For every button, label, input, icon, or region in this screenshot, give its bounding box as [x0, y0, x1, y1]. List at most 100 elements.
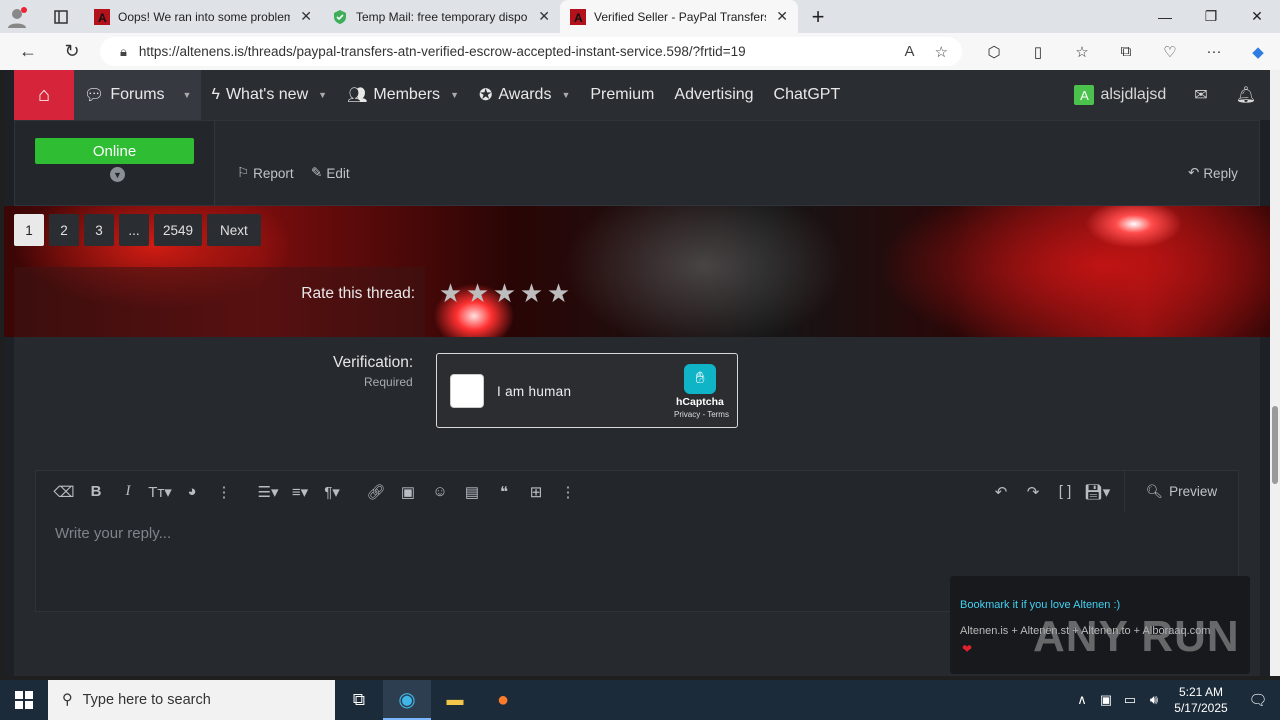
chevron-down-icon[interactable]: ▼: [561, 90, 570, 100]
next-page-button[interactable]: Next: [207, 214, 261, 246]
chevron-down-icon[interactable]: ▼: [110, 167, 125, 182]
scrollbar-thumb[interactable]: [1272, 406, 1278, 484]
user-menu[interactable]: A alsjdlajsd: [1060, 85, 1180, 105]
media-icon[interactable]: ▤: [456, 471, 488, 512]
more-menu-icon[interactable]: ···: [1192, 43, 1236, 60]
undo-icon[interactable]: ↶: [985, 471, 1017, 512]
chevron-up-icon[interactable]: ∧: [1070, 692, 1094, 708]
quote-icon[interactable]: ❝: [488, 471, 520, 512]
close-tab-icon[interactable]: ✕: [300, 8, 312, 25]
star-icon[interactable]: ★: [437, 280, 464, 306]
redo-icon[interactable]: ↷: [1017, 471, 1049, 512]
tab-actions-icon[interactable]: [38, 0, 84, 33]
windows-start-icon[interactable]: [0, 680, 48, 720]
firefox-icon[interactable]: ●: [479, 680, 527, 720]
network-icon[interactable]: ▭: [1118, 692, 1142, 708]
preview-button[interactable]: 🔍︎ Preview: [1124, 471, 1238, 512]
favorites-icon[interactable]: ☆: [1060, 43, 1104, 61]
bold-icon[interactable]: B: [80, 471, 112, 512]
page-button[interactable]: 2549: [154, 214, 203, 246]
performance-icon[interactable]: ♡: [1148, 43, 1192, 61]
bbcode-toggle-icon[interactable]: [ ]: [1049, 471, 1081, 512]
bookmark-message: Bookmark it if you love Altenen :): [960, 599, 1121, 611]
emoji-icon[interactable]: ☺: [424, 471, 456, 512]
page-jump-button[interactable]: ...: [119, 214, 149, 246]
taskbar-search[interactable]: ⚲ Type here to search: [48, 680, 335, 720]
more-insert-options-icon[interactable]: ⋮: [552, 471, 584, 512]
url-field[interactable]: 🔒︎ https://altenens.is/threads/paypal-tr…: [100, 37, 962, 66]
task-view-icon[interactable]: ⧉: [335, 680, 383, 720]
notifications-icon[interactable]: 🗨︎: [1236, 691, 1280, 709]
file-explorer-icon[interactable]: ▬: [431, 680, 479, 720]
page-button[interactable]: 3: [84, 214, 114, 246]
text-size-icon[interactable]: Tт▾: [144, 471, 176, 512]
chevron-down-icon[interactable]: ▼: [318, 90, 327, 100]
preview-label: Preview: [1169, 484, 1218, 499]
nav-awards[interactable]: ✪ Awards ▼: [469, 70, 580, 120]
close-tab-icon[interactable]: ✕: [776, 8, 788, 25]
edit-link[interactable]: ✎ Edit: [311, 165, 350, 181]
page-button[interactable]: 1: [14, 214, 44, 246]
page-button[interactable]: 2: [49, 214, 79, 246]
close-window-icon[interactable]: ✕: [1234, 0, 1280, 33]
nav-forums[interactable]: 💬︎ Forums ▼: [74, 70, 202, 120]
profile-avatar[interactable]: [0, 0, 38, 33]
nav-advertising[interactable]: Advertising: [664, 70, 763, 120]
nav-members[interactable]: 👥︎ Members ▼: [337, 70, 469, 120]
page-scrollbar[interactable]: [1270, 70, 1280, 676]
minimize-icon[interactable]: —: [1142, 0, 1188, 33]
clock[interactable]: 5:21 AM 5/17/2025: [1166, 684, 1236, 716]
browser-tab-2[interactable]: Temp Mail: free temporary dispo... ✕: [322, 0, 560, 33]
back-icon[interactable]: ←: [10, 37, 46, 67]
favorite-star-icon[interactable]: ☆: [935, 43, 948, 61]
browser-tab-3-active[interactable]: A Verified Seller - PayPal Transfers ✕: [560, 0, 798, 33]
editor-toolbar: ⌫ B I Tт▾ ◕ ⋮ ☰▾ ≡▾ ¶▾ 🔗︎ ▣ ☺ ▤ ❝ ⊞ ⋮ ↶: [36, 471, 1238, 512]
paragraph-icon[interactable]: ¶▾: [316, 471, 348, 512]
nav-chatgpt[interactable]: ChatGPT: [764, 70, 851, 120]
extensions-icon[interactable]: ⬡: [972, 43, 1016, 61]
table-icon[interactable]: ⊞: [520, 471, 552, 512]
italic-icon[interactable]: I: [112, 471, 144, 512]
nav-premium[interactable]: Premium: [580, 70, 664, 120]
eraser-icon[interactable]: ⌫: [48, 471, 80, 512]
new-tab-button[interactable]: +: [798, 0, 838, 33]
drafts-icon[interactable]: 💾︎▾: [1081, 471, 1113, 512]
restore-icon[interactable]: ❐: [1188, 0, 1234, 33]
star-icon[interactable]: ★: [464, 280, 491, 306]
reply-link[interactable]: ↶ Reply: [1188, 165, 1238, 181]
image-icon[interactable]: ▣: [392, 471, 424, 512]
collections-icon[interactable]: ⧉: [1104, 43, 1148, 60]
nav-whats-new[interactable]: ϟ What's new ▼: [201, 70, 337, 120]
altenen-favicon-icon: A: [94, 8, 110, 25]
chevron-down-icon[interactable]: ▼: [183, 90, 192, 100]
chevron-down-icon[interactable]: ▼: [450, 90, 459, 100]
anyrun-watermark: ANY RUN: [1033, 612, 1240, 661]
edge-browser-icon[interactable]: ◉: [383, 680, 431, 720]
link-icon[interactable]: 🔗︎: [360, 471, 392, 512]
palette-icon[interactable]: ◕: [176, 471, 208, 512]
star-icon[interactable]: ★: [545, 280, 572, 306]
list-icon[interactable]: ☰▾: [252, 471, 284, 512]
volume-icon[interactable]: 🔊︎: [1142, 692, 1166, 708]
browser-tab-1[interactable]: A Oops! We ran into some problems. ✕: [84, 0, 322, 33]
svg-text:A: A: [98, 11, 107, 25]
bell-icon[interactable]: 🔔︎: [1222, 85, 1270, 105]
envelope-icon[interactable]: ✉: [1180, 85, 1221, 105]
home-icon[interactable]: ⌂: [14, 70, 74, 120]
browser-tab-strip: A Oops! We ran into some problems. ✕ Tem…: [0, 0, 1280, 33]
captcha-privacy-terms-link[interactable]: Privacy - Terms: [674, 410, 729, 419]
read-aloud-icon[interactable]: A: [905, 43, 915, 61]
more-text-options-icon[interactable]: ⋮: [208, 471, 240, 512]
report-link[interactable]: ⚐ Report: [237, 165, 294, 181]
copilot-icon[interactable]: ◆: [1236, 43, 1280, 61]
reply-textarea[interactable]: Write your reply...: [55, 525, 171, 542]
refresh-icon[interactable]: ↻: [54, 37, 90, 67]
close-tab-icon[interactable]: ✕: [538, 8, 550, 25]
tray-app-icon[interactable]: ▣: [1094, 692, 1118, 708]
align-icon[interactable]: ≡▾: [284, 471, 316, 512]
captcha-checkbox[interactable]: [450, 374, 484, 408]
split-screen-icon[interactable]: ▯: [1016, 43, 1060, 61]
star-icon[interactable]: ★: [491, 280, 518, 306]
star-icon[interactable]: ★: [518, 280, 545, 306]
nav-label: What's new: [225, 86, 309, 103]
